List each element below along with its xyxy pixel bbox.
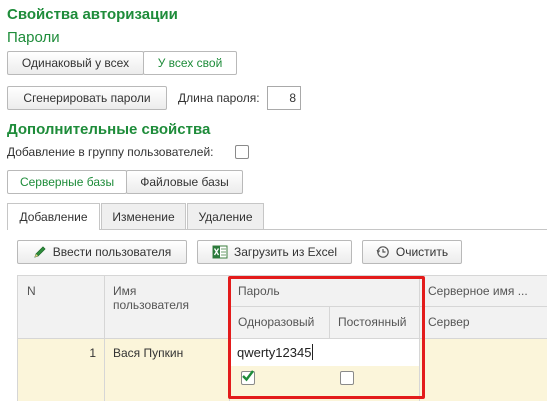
generate-passwords-button[interactable]: Сгенерировать пароли — [7, 86, 167, 110]
row-number: 1 — [89, 346, 96, 360]
add-user-label: Ввести пользователя — [52, 245, 172, 259]
col-header-name: Имя пользователя — [113, 284, 189, 312]
load-excel-label: Загрузить из Excel — [233, 245, 337, 259]
clear-button[interactable]: Очистить — [362, 240, 462, 264]
file-bases-button[interactable]: Файловые базы — [126, 170, 243, 194]
pencil-icon — [34, 246, 46, 258]
excel-icon — [212, 245, 228, 259]
tab-delete[interactable]: Удаление — [187, 203, 264, 229]
load-excel-button[interactable]: Загрузить из Excel — [197, 240, 352, 264]
password-same-button[interactable]: Одинаковый у всех — [7, 51, 144, 75]
clear-clock-icon — [376, 246, 389, 258]
password-own-button[interactable]: У всех свой — [143, 51, 237, 75]
section-title-additional: Дополнительные свойства — [7, 121, 211, 138]
add-to-group-checkbox[interactable] — [235, 145, 249, 159]
section-title-auth: Свойства авторизации — [7, 6, 178, 23]
tab-edit[interactable]: Изменение — [101, 203, 186, 229]
server-bases-button[interactable]: Серверные базы — [7, 170, 127, 194]
col-divider-n-row — [104, 339, 105, 401]
col-header-server: Сервер — [428, 315, 470, 329]
password-highlight-frame — [228, 276, 425, 399]
add-to-group-label: Добавление в группу пользователей: — [7, 145, 214, 159]
col-header-n: N — [27, 284, 36, 298]
section-title-passwords: Пароли — [7, 29, 60, 46]
tab-add[interactable]: Добавление — [7, 203, 100, 230]
row-user-name: Вася Пупкин — [113, 346, 184, 360]
clear-label: Очистить — [395, 245, 449, 259]
password-length-input[interactable]: 8 — [267, 86, 301, 110]
col-header-server-name: Серверное имя ... — [428, 284, 528, 298]
password-length-label: Длина пароля: — [178, 91, 260, 105]
add-user-button[interactable]: Ввести пользователя — [17, 240, 187, 264]
